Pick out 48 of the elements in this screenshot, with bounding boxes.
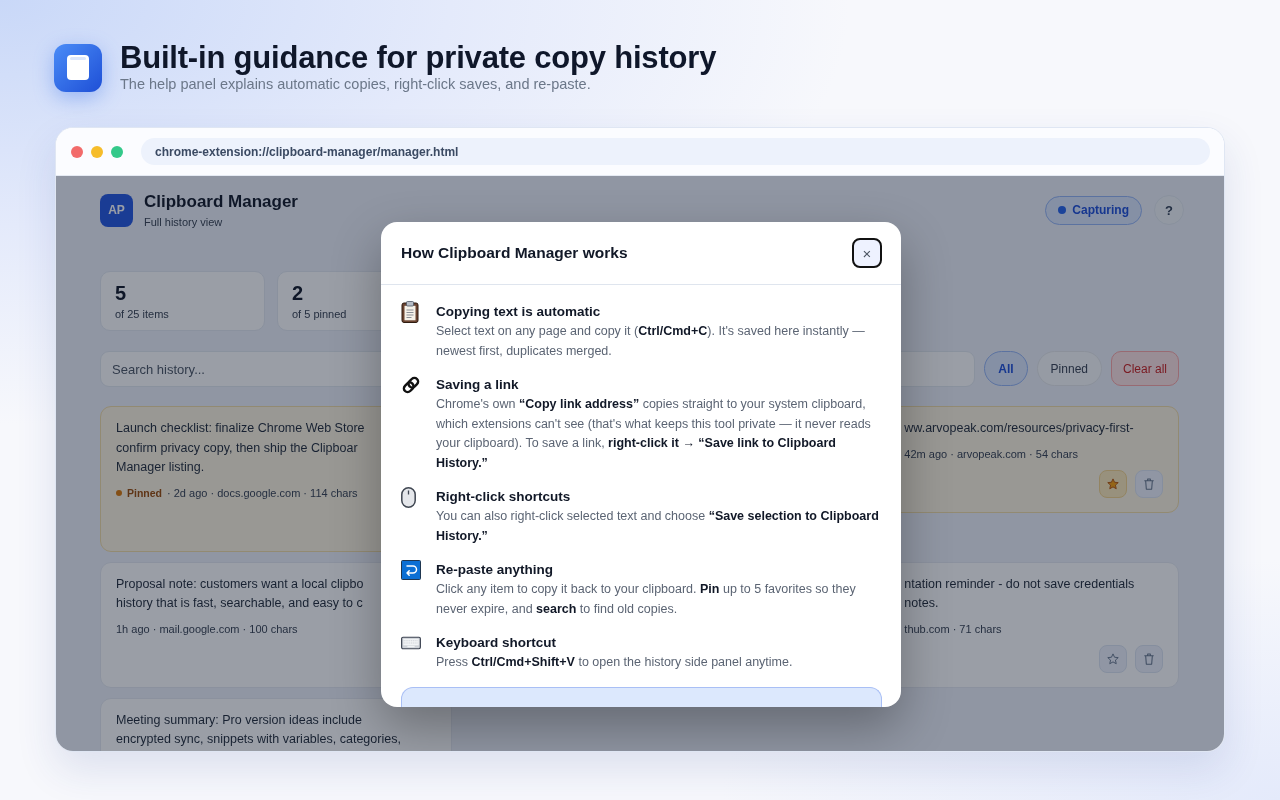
- star-button[interactable]: [1099, 644, 1127, 673]
- card-text: ww.arvopeak.com/resources/privacy-first-: [904, 420, 1134, 437]
- traffic-light-icon[interactable]: [111, 145, 123, 158]
- keyboard-icon: [401, 636, 421, 650]
- star-icon: [1107, 652, 1119, 665]
- address-bar[interactable]: chrome-extension://clipboard-manager/manager.html: [141, 138, 1210, 165]
- section-text: Select text on any page and copy it (Ctrl/Cmd+C). It's saved here instantly — newest first, duplicates merged.: [436, 323, 866, 360]
- page-title: Built-in guidance for private copy history: [120, 41, 717, 75]
- section-title: Saving a link: [436, 376, 520, 394]
- close-button[interactable]: ×: [852, 238, 882, 268]
- star-icon: [1107, 477, 1119, 490]
- pin-dot-icon: [116, 489, 122, 496]
- filter-button[interactable]: Pinned: [1036, 351, 1102, 386]
- traffic-light-icon[interactable]: [91, 145, 103, 158]
- pinned-label: Pinned: [127, 486, 162, 499]
- clipboard-icon: [401, 301, 419, 323]
- dialog-title: How Clipboard Manager works: [401, 244, 628, 262]
- app-subtitle: Full history view: [144, 214, 223, 229]
- history-card[interactable]: Meeting summary: Pro version ideas include encrypted sync, snippets with variables, categories,: [100, 697, 452, 751]
- star-button[interactable]: [1099, 469, 1127, 498]
- card-text: ntation reminder - do not save credentials notes.: [904, 575, 1135, 612]
- stat-value: 2: [292, 282, 304, 304]
- traffic-light-icon[interactable]: [71, 145, 83, 158]
- mouse-icon: [401, 486, 416, 508]
- app-logo: AP: [100, 193, 133, 227]
- stat-label: of 5 pinned: [292, 307, 347, 321]
- capture-toggle[interactable]: Capturing: [1045, 195, 1142, 225]
- trash-icon: [1143, 477, 1155, 490]
- help-button[interactable]: ?: [1154, 195, 1184, 225]
- card-meta: 42m ago · arvopeak.com · 54 chars: [904, 447, 1078, 460]
- stat-label: of 25 items: [115, 307, 169, 321]
- stat-value: 5: [115, 282, 127, 304]
- filter-button[interactable]: All: [984, 351, 1028, 386]
- card-text: Meeting summary: Pro version ideas include encrypted sync, snippets with variables, categories,: [116, 711, 401, 748]
- card-meta: thub.com · 71 chars: [904, 622, 1002, 635]
- card-meta: · 2d ago · docs.google.com · 114 chars: [167, 486, 358, 499]
- card-text: Proposal note: customers want a local clipbo history that is fast, searchable, and easy to c: [116, 575, 364, 612]
- delete-button[interactable]: [1135, 469, 1163, 498]
- delete-button[interactable]: [1135, 644, 1163, 673]
- card-meta: 1h ago · mail.google.com · 100 chars: [116, 622, 298, 635]
- trash-icon: [1143, 652, 1155, 665]
- card-text: Launch checklist: finalize Chrome Web Store confirm privacy copy, then ship the Clipboar Manager listing.: [116, 420, 365, 476]
- section-title: Copying text is automatic: [436, 303, 602, 321]
- status-dot-icon: [1058, 206, 1067, 214]
- clear-all-button[interactable]: Clear all: [1111, 351, 1179, 386]
- app-logo-icon: [54, 44, 102, 92]
- page-subtitle: The help panel explains automatic copies, right-click saves, and re-paste.: [120, 76, 592, 92]
- app-title: Clipboard Manager: [144, 191, 298, 212]
